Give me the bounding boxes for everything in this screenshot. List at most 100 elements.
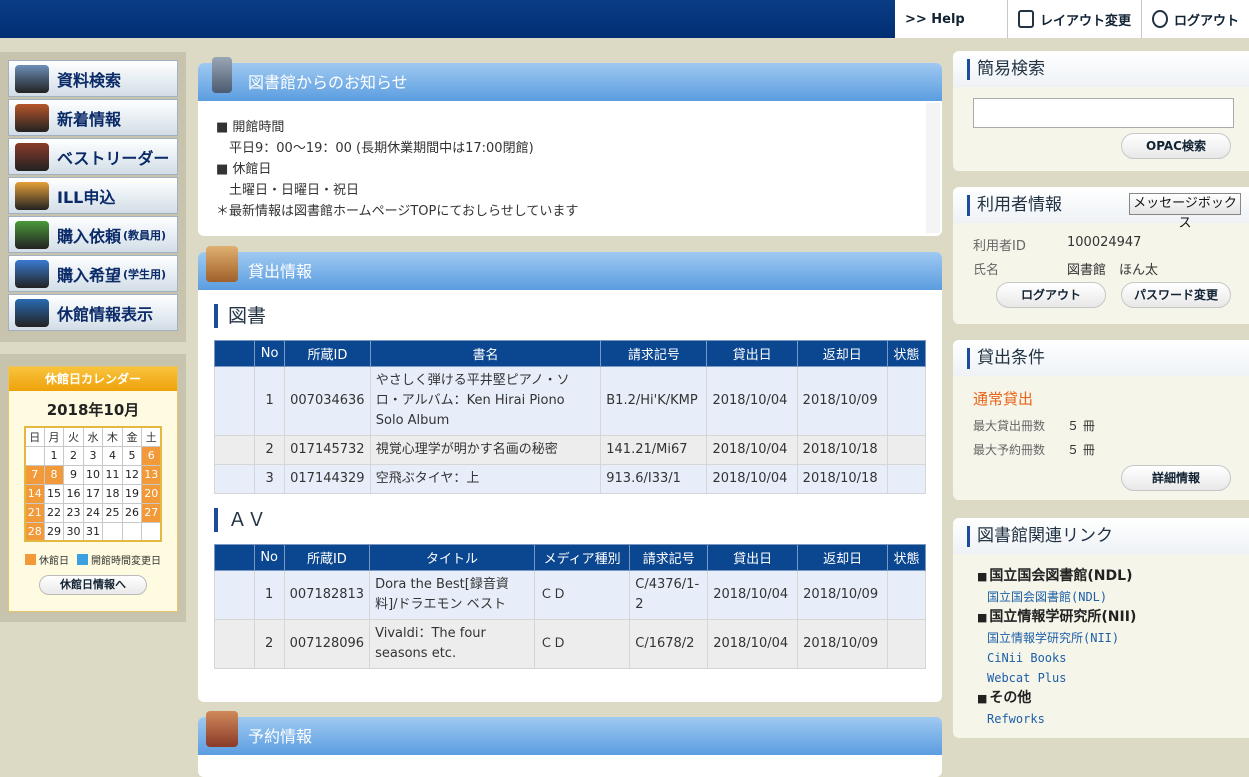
notice-body: ■ 開館時間 平日9：00～19：00 (長期休業期間中は17:00閉館) ■ 休… <box>198 101 942 222</box>
calendar-dow: 金 <box>121 426 143 447</box>
legend-closed-label: 休館日 <box>39 556 69 567</box>
link-item[interactable]: Webcat Plus <box>977 668 1249 688</box>
help-link[interactable]: >> Help <box>894 0 1007 38</box>
logout-button[interactable]: ログアウト <box>996 282 1106 308</box>
menu-item-0[interactable]: 資料検索 <box>8 60 178 97</box>
calendar-day[interactable]: 5 <box>121 445 143 466</box>
calendar-day[interactable]: 22 <box>43 502 65 523</box>
calendar-day[interactable]: 13 <box>141 464 162 485</box>
library-links-list: 国立国会図書館(NDL)国立国会図書館(NDL)国立情報学研究所(NII)国立情… <box>953 554 1249 729</box>
calendar-day[interactable]: 8 <box>43 464 65 485</box>
table-cell: 007034636 <box>284 366 371 436</box>
menu-item-5[interactable]: 購入希望 (学生用) <box>8 255 178 292</box>
title-cell[interactable]: 空飛ぶタイヤ：上 <box>369 464 602 494</box>
message-box-button[interactable]: メッセージボックス <box>1129 193 1241 231</box>
menu-item-2[interactable]: ベストリーダー <box>8 138 178 175</box>
calendar-day[interactable]: 15 <box>43 483 65 504</box>
title-cell[interactable]: 視覚心理学が明かす名画の秘密 <box>369 435 602 465</box>
calendar-dow: 月 <box>43 426 65 447</box>
table-cell <box>886 366 927 436</box>
calendar-day[interactable]: 27 <box>141 502 162 523</box>
max-reserve-label: 最大予約冊数 <box>973 443 1046 457</box>
calendar-day[interactable]: 16 <box>63 483 84 504</box>
table-cell <box>213 464 256 494</box>
calendar-day[interactable]: 25 <box>102 502 123 523</box>
calendar-day[interactable]: 28 <box>24 521 45 542</box>
table-cell: B1.2/Hi'K/KMP <box>600 366 708 436</box>
table-cell: 913.6/I33/1 <box>600 464 708 494</box>
details-button[interactable]: 詳細情報 <box>1121 465 1231 491</box>
notice-scrollbar[interactable] <box>926 103 940 233</box>
menu-item-1[interactable]: 新着情報 <box>8 99 178 136</box>
title-cell[interactable]: Vivaldi：The four seasons etc. <box>369 619 536 669</box>
table-cell: 3 <box>254 464 286 494</box>
calendar-day[interactable]: 31 <box>82 521 104 542</box>
table-cell: C/4376/1-2 <box>629 570 709 620</box>
title-cell[interactable]: Dora the Best[録音資料]/ドラエモン ベスト <box>369 570 536 620</box>
calendar-day[interactable]: 17 <box>82 483 104 504</box>
table-cell: 2018/10/04 <box>706 366 798 436</box>
column-header <box>214 544 255 571</box>
calendar-day[interactable]: 4 <box>102 445 123 466</box>
logout-top-button[interactable]: ログアウト <box>1140 0 1249 38</box>
loan-conditions-title: 貸出条件 <box>953 340 1249 376</box>
table-cell: 2 <box>254 435 286 465</box>
table-cell: 2018/10/04 <box>706 435 798 465</box>
calendar-day[interactable]: 11 <box>102 464 123 485</box>
loan-header: 貸出情報 <box>198 246 942 290</box>
logout-icon <box>1151 10 1168 28</box>
column-header: 返却日 <box>797 544 889 571</box>
opac-search-button[interactable]: OPAC検索 <box>1121 133 1231 159</box>
menu-item-label: ILL申込 <box>57 187 116 207</box>
calendar-day[interactable]: 2 <box>63 445 84 466</box>
calendar-day[interactable]: 14 <box>24 483 45 504</box>
layout-change-button[interactable]: レイアウト変更 <box>1006 0 1141 38</box>
loan-type: 通常貸出 <box>973 390 1034 408</box>
calendar-day[interactable]: 1 <box>43 445 65 466</box>
column-header: No <box>253 544 285 571</box>
notice-line: ■ 開館時間 <box>216 120 285 135</box>
calendar-day[interactable]: 10 <box>82 464 104 485</box>
calendar-week: 123456 <box>24 445 162 466</box>
menu-item-label: 休館情報表示 <box>57 304 154 324</box>
calendar-day[interactable]: 21 <box>24 502 45 523</box>
calendar-box: 休館日カレンダー 2018年10月 日月火水木金土 1 2 3 4 5 6 7 8 9 10 11 12… <box>0 354 186 622</box>
menu-item-6[interactable]: 休館情報表示 <box>8 294 178 331</box>
link-item[interactable]: CiNii Books <box>977 648 1249 668</box>
menu-item-4[interactable]: 購入依頼 (教員用) <box>8 216 178 253</box>
calendar-day[interactable]: 23 <box>63 502 84 523</box>
calendar-day[interactable]: 30 <box>63 521 84 542</box>
calendar-day[interactable]: 6 <box>141 445 162 466</box>
menu-item-label: 購入依頼 <box>57 226 122 246</box>
column-header: No <box>254 340 286 367</box>
menu-item-sub: (学生用) <box>123 267 167 281</box>
layout-label: レイアウト変更 <box>1039 13 1131 29</box>
quick-search-input[interactable] <box>973 98 1234 128</box>
calendar-grid: 日月火水木金土 1 2 3 4 5 6 7 8 9 10 11 12 13 14 15 16 17 18 19 20 21… <box>23 426 163 542</box>
table-cell: 2018/10/09 <box>797 570 889 620</box>
calendar-day[interactable]: 7 <box>24 464 45 485</box>
calendar-day[interactable]: 18 <box>102 483 123 504</box>
calendar-day[interactable]: 9 <box>63 464 84 485</box>
calendar-day[interactable]: 19 <box>121 483 143 504</box>
closed-info-button[interactable]: 休館日情報へ <box>39 575 147 595</box>
table-cell <box>214 570 255 620</box>
calendar-day[interactable]: 20 <box>141 483 162 504</box>
calendar-day[interactable]: 12 <box>121 464 143 485</box>
menu-item-label: 新着情報 <box>57 109 122 129</box>
loan-conditions-box: 貸出条件 通常貸出 最大貸出冊数 ５ 冊 最大予約冊数 ５ 冊 詳細情報 <box>953 340 1249 500</box>
link-item[interactable]: 国立情報学研究所(NII) <box>977 628 1249 648</box>
table-cell: 2018/10/04 <box>707 570 799 620</box>
calendar-month: 2018年10月 <box>46 401 140 419</box>
calendar-panel: 休館日カレンダー 2018年10月 日月火水木金土 1 2 3 4 5 6 7 8 9 10 11 12… <box>8 366 178 612</box>
menu-item-3[interactable]: ILL申込 <box>8 177 178 214</box>
column-header: 状態 <box>887 544 926 571</box>
calendar-day[interactable]: 3 <box>82 445 104 466</box>
calendar-day[interactable]: 29 <box>43 521 65 542</box>
link-item[interactable]: 国立国会図書館(NDL) <box>977 587 1249 607</box>
password-change-button[interactable]: パスワード変更 <box>1121 282 1231 308</box>
calendar-day[interactable]: 24 <box>82 502 104 523</box>
link-item[interactable]: Refworks <box>977 709 1249 729</box>
calendar-day[interactable]: 26 <box>121 502 143 523</box>
title-cell[interactable]: やさしく弾ける平井堅ピアノ・ソロ・アルバム：Ken Hirai Piono So… <box>369 366 602 436</box>
